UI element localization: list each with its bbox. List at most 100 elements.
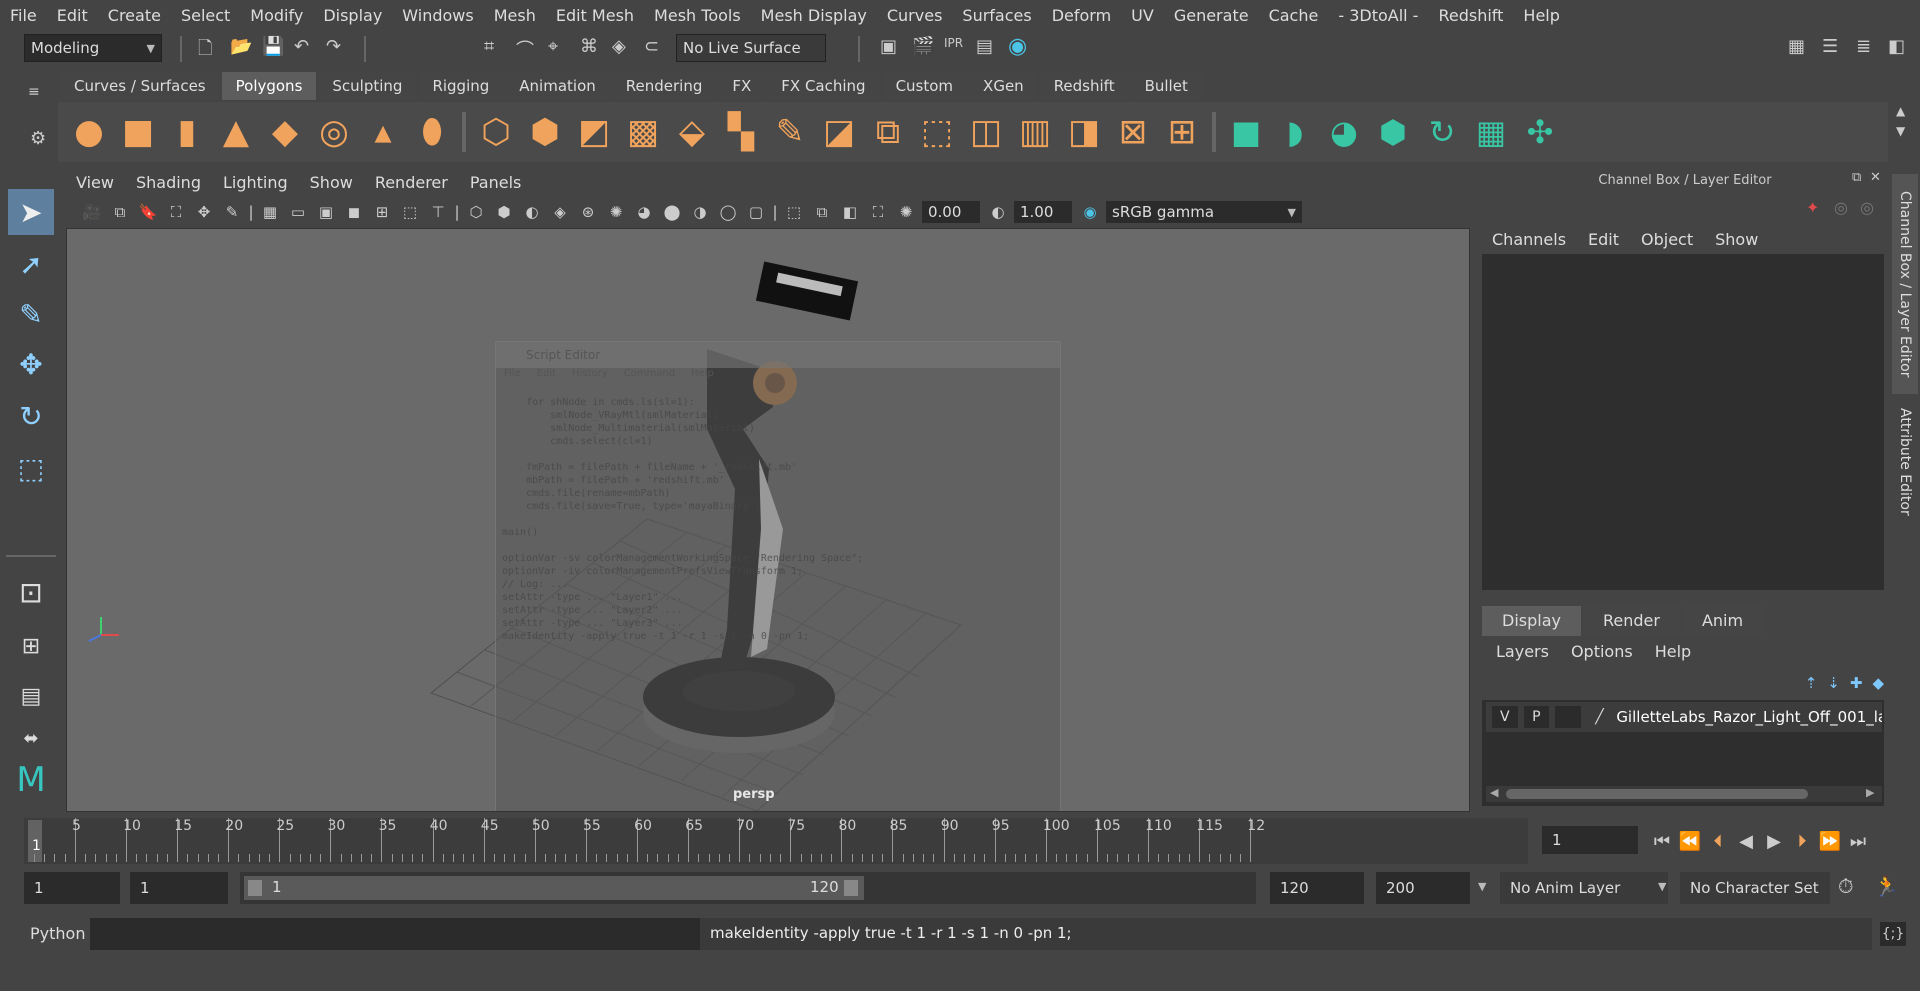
merge-icon[interactable]: ⊞ [1163, 112, 1201, 152]
menu-mesh-display[interactable]: Mesh Display [761, 6, 867, 25]
depth-of-field-icon[interactable]: ◯ [716, 203, 740, 221]
poly-sphere-icon[interactable]: ● [70, 112, 108, 152]
edge-loop-icon[interactable]: ▥ [1016, 112, 1054, 152]
grid-icon[interactable]: ▦ [258, 203, 282, 221]
menu-windows[interactable]: Windows [402, 6, 473, 25]
layer-row[interactable]: V P ╱ GilletteLabs_Razor_Light_Off_001_l… [1486, 702, 1882, 732]
shadows-icon[interactable]: ✺ [604, 203, 628, 221]
render-frame-icon[interactable]: 🎬 [912, 36, 934, 57]
play-forwards-icon[interactable]: ▶ [1760, 831, 1788, 852]
uv-automatic-icon[interactable]: ⬢ [1374, 113, 1412, 151]
poly-pipe-icon[interactable]: ⬮ [413, 112, 451, 152]
speed-icon[interactable]: ◎ [1834, 198, 1848, 217]
animation-end-field[interactable]: 200 [1376, 872, 1470, 904]
viewport-menu-show[interactable]: Show [310, 173, 353, 192]
shelf-tab-xgen[interactable]: XGen [969, 72, 1038, 100]
menu-curves[interactable]: Curves [887, 6, 943, 25]
layer-visibility-toggle[interactable]: V [1492, 706, 1518, 728]
viewport-menu-view[interactable]: View [76, 173, 114, 192]
uv-spherical-icon[interactable]: ◕ [1325, 113, 1363, 151]
viewport-menu-renderer[interactable]: Renderer [375, 173, 448, 192]
channel-box-menu-object[interactable]: Object [1641, 230, 1693, 249]
shelf-menu-icon[interactable]: ≡ [28, 84, 40, 100]
step-back-key-icon[interactable]: ⏴ [1704, 831, 1732, 852]
layer-tab-display[interactable]: Display [1482, 606, 1581, 636]
range-slider-end-grip[interactable] [844, 880, 858, 896]
field-chart-icon[interactable]: ⊞ [370, 203, 394, 221]
channel-box-menu-channels[interactable]: Channels [1492, 230, 1566, 249]
menu-help[interactable]: Help [1523, 6, 1559, 25]
step-back-frame-icon[interactable]: ⏪ [1676, 831, 1704, 852]
tab-attribute-editor[interactable]: Attribute Editor [1892, 400, 1918, 524]
shelf-tab-redshift[interactable]: Redshift [1039, 72, 1129, 100]
uv-cut-icon[interactable]: ✣ [1521, 113, 1559, 151]
extract-icon[interactable]: ◩ [575, 112, 613, 152]
hyperbolic-icon[interactable]: ◎ [1860, 198, 1874, 217]
separate-icon[interactable]: ⬢ [526, 112, 564, 152]
anim-layer-field[interactable]: No Anim Layer [1500, 872, 1668, 904]
manipulator-icon[interactable]: ✦ [1806, 198, 1819, 217]
shelf-tab-curves-surfaces[interactable]: Curves / Surfaces [60, 72, 220, 100]
camera-icon[interactable]: 🎥 [80, 203, 104, 221]
poly-plane-icon[interactable]: ◆ [266, 112, 304, 152]
menu-uv[interactable]: UV [1131, 6, 1154, 25]
exposure-icon[interactable]: ✺ [894, 203, 918, 221]
shelf-tab-bullet[interactable]: Bullet [1130, 72, 1202, 100]
four-pane-layout-icon[interactable]: ⊞ [8, 623, 54, 669]
layer-display-type-toggle[interactable] [1555, 706, 1581, 728]
channel-box-toggle-icon[interactable]: ☰ [1822, 36, 1838, 57]
shelf-tab-sculpting[interactable]: Sculpting [318, 72, 417, 100]
new-layer-from-selected-icon[interactable]: ◆ [1872, 670, 1884, 696]
menu-modify[interactable]: Modify [250, 6, 303, 25]
menu-cache[interactable]: Cache [1269, 6, 1319, 25]
mirror-icon[interactable]: ⬙ [673, 112, 711, 152]
script-editor-button-icon[interactable]: {;} [1880, 922, 1906, 946]
shelf-tab-animation[interactable]: Animation [505, 72, 610, 100]
target-weld-icon[interactable]: ⊠ [1114, 112, 1152, 152]
chevron-left-icon[interactable]: ◀ [1490, 786, 1498, 799]
gate-mask-icon[interactable]: ◼ [342, 203, 366, 221]
layer-list-scrollbar[interactable]: ◀ ▶ [1486, 786, 1882, 802]
menu-edit-mesh[interactable]: Edit Mesh [556, 6, 634, 25]
new-scene-icon[interactable]: 🗋 [198, 36, 212, 66]
layer-menu-layers[interactable]: Layers [1496, 642, 1549, 661]
menu-select[interactable]: Select [181, 6, 230, 25]
new-layer-icon[interactable]: ✚ [1850, 670, 1863, 696]
playback-end-field[interactable]: 120 [1270, 872, 1364, 904]
move-layer-down-icon[interactable]: ⇣ [1827, 670, 1840, 696]
scrollbar-thumb[interactable] [1506, 789, 1808, 799]
gamma-icon[interactable]: ◐ [986, 203, 1010, 221]
auto-key-icon[interactable]: ⏱ [1838, 874, 1854, 898]
redo-icon[interactable]: ↷ [326, 36, 341, 57]
layer-menu-help[interactable]: Help [1655, 642, 1691, 661]
playback-start-field[interactable]: 1 [130, 872, 228, 904]
select-tool-icon[interactable]: ➤ [8, 189, 54, 235]
wireframe-on-shaded-icon[interactable]: ◐ [520, 203, 544, 221]
channel-box-attributes[interactable] [1482, 254, 1884, 590]
time-slider[interactable]: 5 10 15 20 25 30 35 40 45 50 55 60 65 70 75 80 85 90 95 100… [24, 818, 1528, 864]
character-set-field[interactable]: No Character Set [1680, 872, 1830, 904]
menu-create[interactable]: Create [108, 6, 161, 25]
live-surface-field[interactable]: No Live Surface [676, 34, 826, 62]
outliner-layout-icon[interactable]: ▤ [8, 673, 54, 719]
bridge-icon[interactable]: ⧉ [869, 112, 907, 152]
float-panel-icon[interactable]: ⧉ [1852, 170, 1861, 185]
step-forward-frame-icon[interactable]: ⏩ [1816, 831, 1844, 852]
poly-torus-icon[interactable]: ◎ [315, 112, 353, 152]
snap-view-icon[interactable]: ⌘ [580, 36, 598, 57]
snap-point-icon[interactable]: ⌖ [548, 36, 558, 57]
safe-title-icon[interactable]: ⊤ [426, 203, 450, 221]
chevron-down-icon[interactable]: ▼ [1896, 124, 1905, 138]
channel-box-menu-show[interactable]: Show [1715, 230, 1758, 249]
snap-surface-icon[interactable]: ◈ [612, 36, 626, 57]
menu-generate[interactable]: Generate [1174, 6, 1249, 25]
textured-icon[interactable]: ◈ [548, 203, 572, 221]
shelf-settings-icon[interactable]: ⚙ [30, 128, 46, 149]
paint-select-icon[interactable]: ✎ [8, 291, 54, 337]
menu-surfaces[interactable]: Surfaces [962, 6, 1031, 25]
shelf-tab-fx-caching[interactable]: FX Caching [767, 72, 880, 100]
menu-deform[interactable]: Deform [1052, 6, 1111, 25]
single-pane-layout-icon[interactable]: ⊡ [8, 569, 54, 615]
layout-more-icon[interactable]: ⬌ [8, 715, 54, 761]
render-view-icon[interactable]: ▣ [880, 36, 897, 57]
